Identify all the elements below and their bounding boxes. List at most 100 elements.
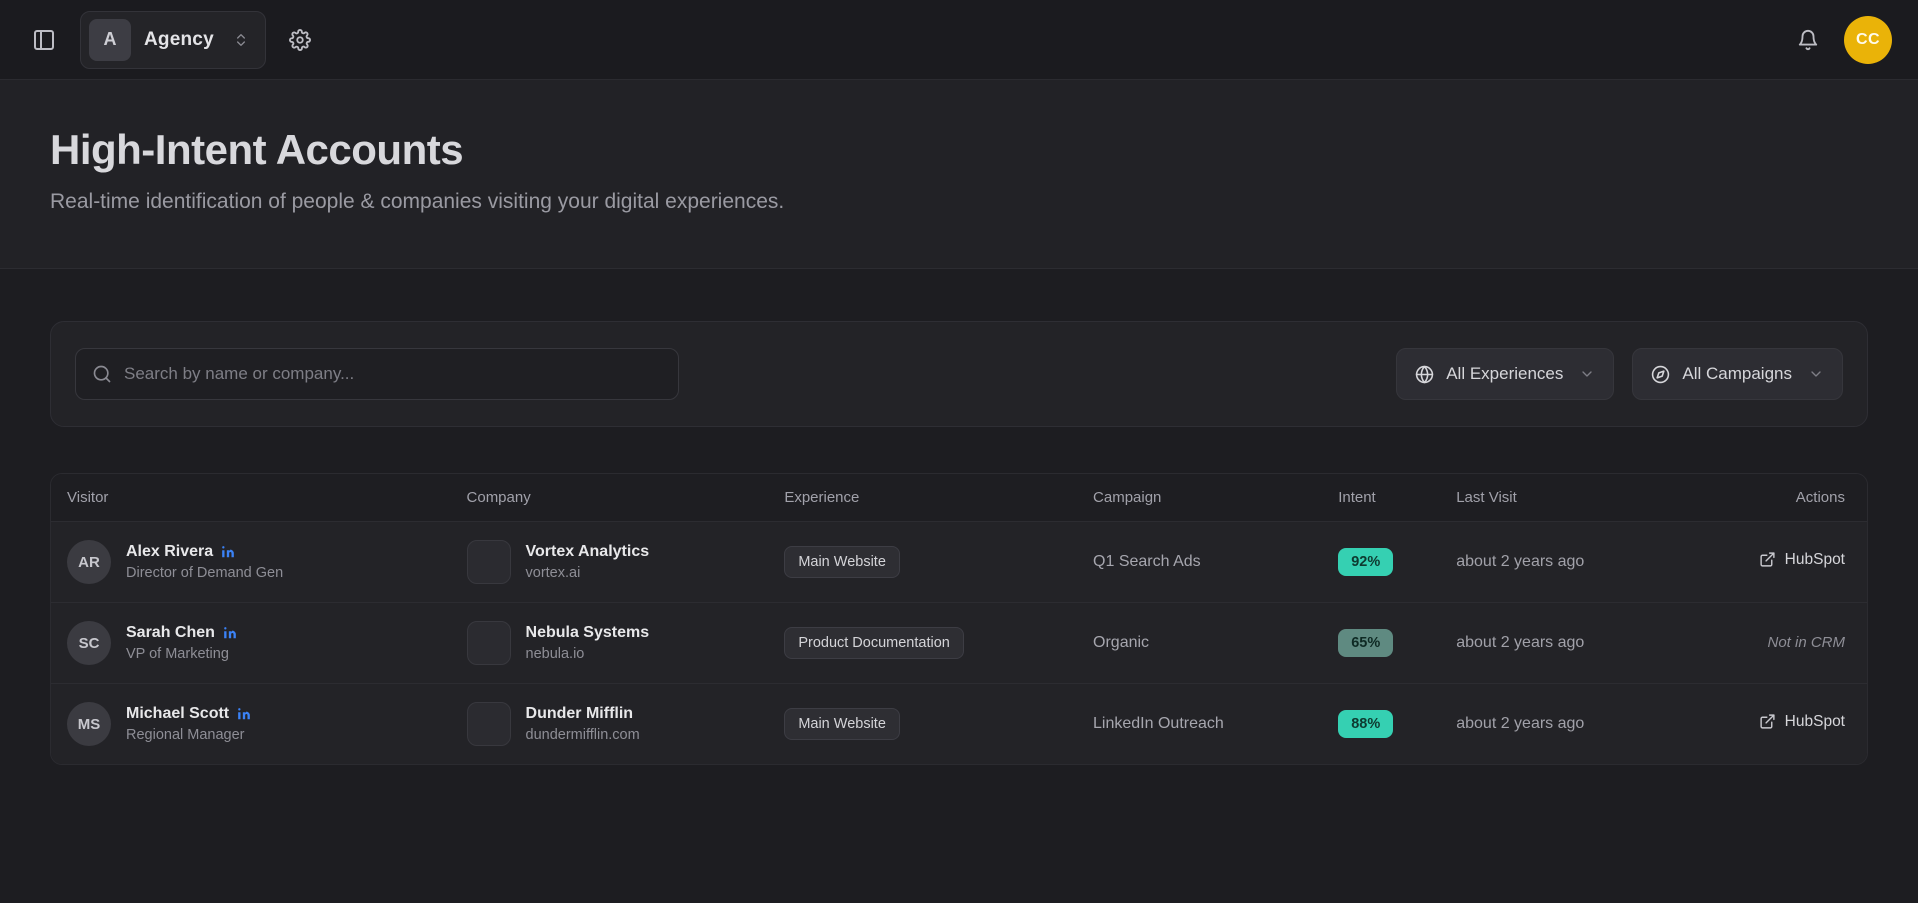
search-box [75,348,679,400]
visitor-name: Alex Rivera [126,543,213,561]
last-visit-label: about 2 years ago [1456,553,1584,570]
visitor-cell: AR Alex Rivera Director of Demand Gen [51,522,451,603]
filter-bar: All Experiences All Campaigns [50,321,1868,427]
visitor-job-title: Regional Manager [126,727,251,743]
company-domain: dundermifflin.com [526,727,640,743]
intent-cell: 65% [1322,603,1440,684]
linkedin-icon[interactable] [237,707,251,721]
settings-button[interactable] [280,20,320,60]
experience-cell: Main Website [768,522,1077,603]
intent-cell: 88% [1322,684,1440,765]
last-visit-label: about 2 years ago [1456,715,1584,732]
experience-cell: Product Documentation [768,603,1077,684]
campaigns-filter-dropdown[interactable]: All Campaigns [1632,348,1843,400]
experience-badge: Main Website [784,708,900,740]
table-header: Visitor Company Experience Campaign Inte… [51,474,1867,522]
visitor-avatar: AR [67,540,111,584]
company-name: Vortex Analytics [526,543,650,561]
search-input[interactable] [124,364,662,384]
crm-status: Not in CRM [1767,634,1845,651]
column-header-visitor: Visitor [51,474,451,522]
last-visit-label: about 2 years ago [1456,634,1584,651]
visitor-avatar: MS [67,702,111,746]
visitor-cell: SC Sarah Chen VP of Marketing [51,603,451,684]
intent-cell: 92% [1322,522,1440,603]
company-logo [467,540,511,584]
main-content: All Experiences All Campaigns [0,269,1918,765]
actions-cell: HubSpot [1704,684,1867,765]
visitor-name: Michael Scott [126,705,229,723]
search-icon [92,364,112,384]
accounts-table: Visitor Company Experience Campaign Inte… [51,474,1867,764]
column-header-company: Company [451,474,769,522]
panel-left-icon [32,28,56,52]
filter-actions: All Experiences All Campaigns [1396,348,1843,400]
campaigns-filter-label: All Campaigns [1682,364,1792,384]
crm-link-label: HubSpot [1785,551,1845,569]
column-header-actions: Actions [1704,474,1867,522]
campaign-label: Organic [1093,634,1149,651]
visitor-cell: MS Michael Scott Regional Manager [51,684,451,765]
page-header: High-Intent Accounts Real-time identific… [0,80,1918,269]
company-logo [467,702,511,746]
company-cell: Dunder Mifflin dundermifflin.com [451,684,769,765]
column-header-experience: Experience [768,474,1077,522]
intent-badge: 65% [1338,629,1393,657]
experience-badge: Product Documentation [784,627,964,659]
last-visit-cell: about 2 years ago [1440,603,1703,684]
experiences-filter-label: All Experiences [1446,364,1563,384]
workspace-avatar: A [89,19,131,61]
crm-link-label: HubSpot [1785,713,1845,731]
actions-cell: Not in CRM [1704,603,1867,684]
table-row[interactable]: MS Michael Scott Regional Manager Dunder… [51,684,1867,765]
last-visit-cell: about 2 years ago [1440,684,1703,765]
company-name: Nebula Systems [526,624,650,642]
workspace-switcher[interactable]: A Agency [80,11,266,69]
experiences-filter-dropdown[interactable]: All Experiences [1396,348,1614,400]
company-domain: nebula.io [526,646,650,662]
topbar: A Agency CC [0,0,1918,80]
workspace-name: Agency [144,29,214,51]
company-cell: Nebula Systems nebula.io [451,603,769,684]
linkedin-icon[interactable] [223,626,237,640]
sidebar-toggle-button[interactable] [24,20,64,60]
experience-badge: Main Website [784,546,900,578]
company-logo [467,621,511,665]
chevron-down-icon [1808,366,1824,382]
visitor-name: Sarah Chen [126,624,215,642]
company-domain: vortex.ai [526,565,650,581]
external-link-icon [1759,551,1776,568]
campaign-label: Q1 Search Ads [1093,553,1201,570]
crm-link[interactable]: HubSpot [1759,551,1845,569]
column-header-last-visit: Last Visit [1440,474,1703,522]
page-title: High-Intent Accounts [50,126,1868,174]
external-link-icon [1759,713,1776,730]
chevrons-up-down-icon [233,32,249,48]
notifications-button[interactable] [1788,20,1828,60]
campaign-cell: LinkedIn Outreach [1077,684,1322,765]
user-avatar[interactable]: CC [1844,16,1892,64]
last-visit-cell: about 2 years ago [1440,522,1703,603]
table-row[interactable]: AR Alex Rivera Director of Demand Gen Vo… [51,522,1867,603]
crm-link[interactable]: HubSpot [1759,713,1845,731]
topbar-right: CC [1788,16,1892,64]
table-row[interactable]: SC Sarah Chen VP of Marketing Nebula Sys… [51,603,1867,684]
campaign-label: LinkedIn Outreach [1093,715,1224,732]
table-body: AR Alex Rivera Director of Demand Gen Vo… [51,522,1867,765]
gear-icon [289,29,311,51]
experience-cell: Main Website [768,684,1077,765]
column-header-intent: Intent [1322,474,1440,522]
visitor-job-title: Director of Demand Gen [126,565,283,581]
linkedin-icon[interactable] [221,545,235,559]
intent-badge: 92% [1338,548,1393,576]
actions-cell: HubSpot [1704,522,1867,603]
compass-icon [1651,365,1670,384]
intent-badge: 88% [1338,710,1393,738]
company-name: Dunder Mifflin [526,705,640,723]
campaign-cell: Q1 Search Ads [1077,522,1322,603]
column-header-campaign: Campaign [1077,474,1322,522]
bell-icon [1797,29,1819,51]
campaign-cell: Organic [1077,603,1322,684]
page-subtitle: Real-time identification of people & com… [50,190,1868,214]
company-cell: Vortex Analytics vortex.ai [451,522,769,603]
